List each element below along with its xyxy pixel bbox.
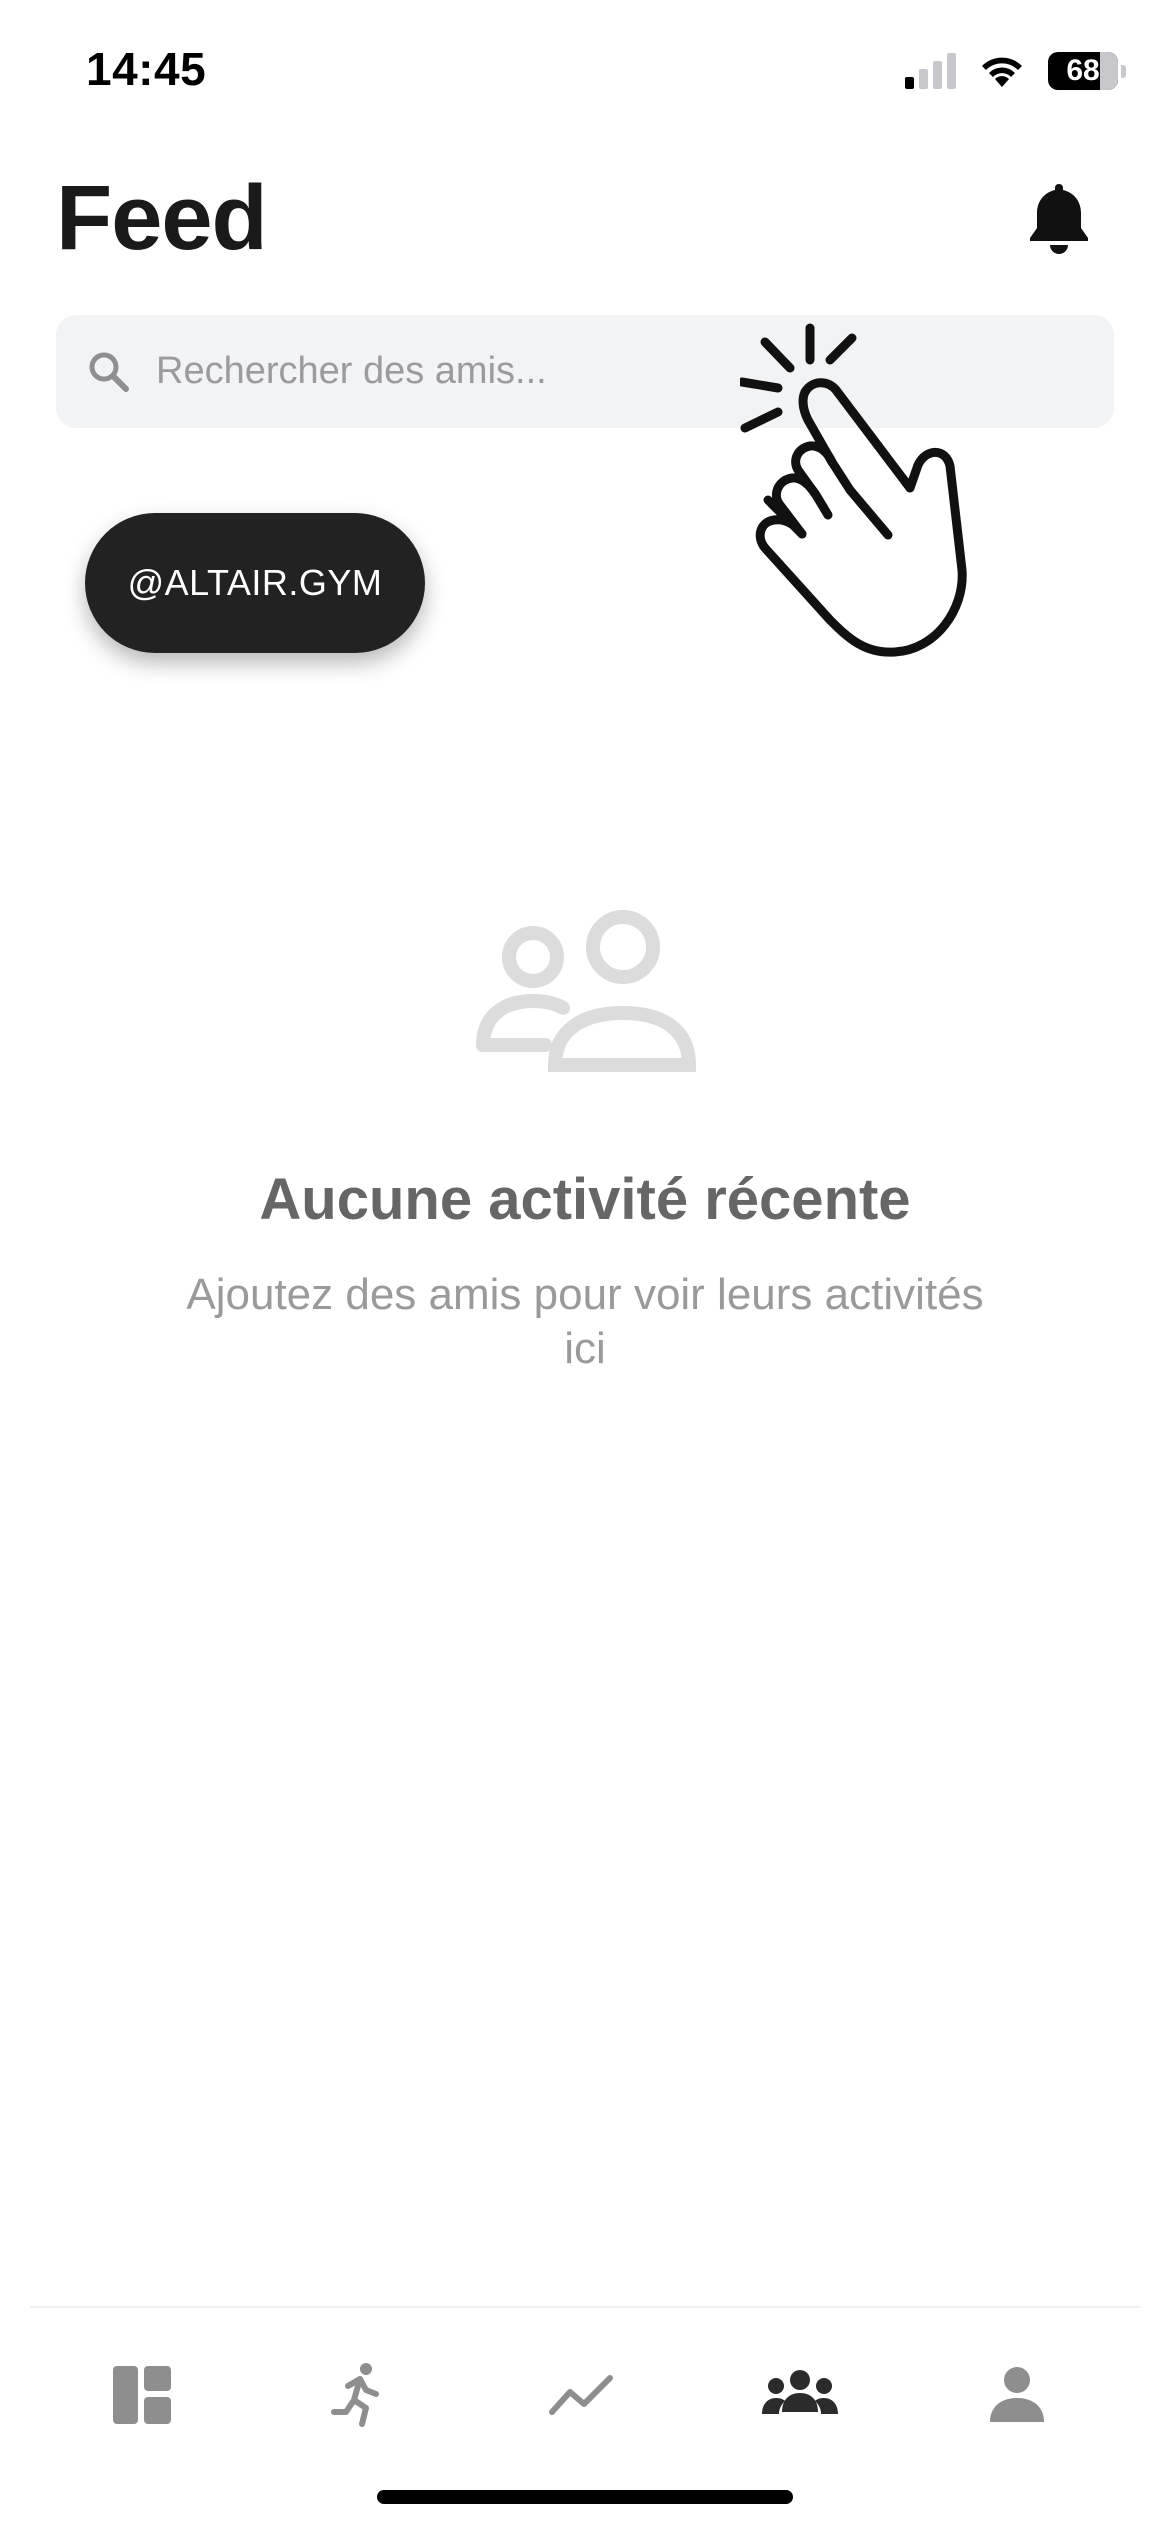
page-title: Feed (56, 167, 268, 269)
username-chip-label: @ALTAIR.GYM (127, 562, 383, 603)
home-indicator (377, 2490, 793, 2504)
battery-level: 68 (1066, 54, 1100, 87)
tab-bar-divider (30, 2306, 1140, 2308)
empty-state-title: Aucune activité récente (259, 1167, 911, 1232)
search-icon (89, 352, 129, 392)
tab-stats[interactable] (536, 2350, 626, 2440)
friends-icon (476, 910, 697, 1072)
empty-state-subtitle: Ajoutez des amis pour voir leurs activit… (186, 1270, 984, 1373)
status-time: 14:45 (86, 43, 207, 95)
tap-hand-icon (740, 323, 967, 657)
tab-activity[interactable] (314, 2350, 404, 2440)
tab-friends[interactable] (755, 2350, 845, 2440)
dashboard-icon (113, 2366, 171, 2424)
trend-icon (549, 2375, 613, 2415)
profile-icon (990, 2367, 1044, 2422)
battery-icon: 68 (1048, 52, 1126, 90)
running-icon (331, 2363, 379, 2427)
tab-profile[interactable] (972, 2350, 1062, 2440)
group-icon (762, 2370, 838, 2414)
status-icons: 68 (905, 46, 1126, 96)
status-bar: 14:45 68 (0, 0, 1170, 140)
username-chip[interactable]: @ALTAIR.GYM (85, 513, 425, 653)
wifi-icon (982, 57, 1022, 87)
signal-icon (905, 53, 956, 89)
tab-dashboard[interactable] (97, 2350, 187, 2440)
bell-icon[interactable] (1026, 180, 1092, 256)
